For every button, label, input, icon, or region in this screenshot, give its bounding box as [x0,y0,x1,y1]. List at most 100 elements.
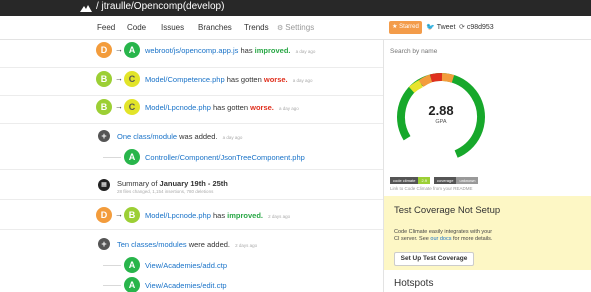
status-improved: improved. [254,46,291,55]
badge-key: coverage [434,177,457,184]
gauge-arc-orange-2 [441,73,455,83]
badge-note: Link to Code Climate from your README [390,186,473,191]
status-worse: worse. [263,75,288,84]
tweet-label: Tweet [436,24,456,31]
tweet-button[interactable]: 🐦 Tweet [426,23,455,31]
commit-link[interactable]: ⟳ c98d953 [459,23,494,31]
gauge-arc-orange [418,74,433,87]
gauge-arc-red [429,73,443,83]
tree-connector [103,265,121,266]
docs-link[interactable]: our docs [430,236,451,242]
added-text: was added. [179,132,218,141]
tab-settings[interactable]: ⚙ Settings [277,23,314,32]
summary-prefix: Summary of [117,179,158,188]
summary-heading: Summary of January 19th - 25th [117,179,228,188]
grade-badge-from: B [96,71,112,87]
tree-connector [103,157,121,158]
file-link[interactable]: Model/Lpcnode.php [145,103,211,112]
feed-item: B → C Model/Competence.php has gotten wo… [0,68,383,96]
gear-icon: ⚙ [277,25,284,32]
tc-text-part: for more details. [453,235,493,242]
file-link[interactable]: View/Academies/edit.ctp [145,281,227,290]
feed-item-verb: has [212,211,226,220]
feed-item-text: Ten classes/modules were added. 2 days a… [117,240,257,249]
feed-item-verb: has gotten [226,75,262,84]
added-classes-link[interactable]: One class/module [117,132,177,141]
arrow-icon: → [115,74,123,83]
timestamp: a day ago [222,135,243,140]
tree-connector [103,285,121,286]
tab-feed[interactable]: Feed [97,23,115,32]
gauge-arc-yellow [408,79,423,93]
grade-badge: A [124,277,140,292]
grade-badge-to: B [124,207,140,223]
calendar-icon: ▦ [98,179,110,191]
feed-item-added: + Ten classes/modules were added. 2 days… [0,230,383,292]
feed-item-text: webroot/js/opencomp.app.js has improved.… [145,46,315,55]
timestamp: a day ago [278,106,299,111]
gpa-value: 2.88 [428,103,454,118]
tab-code[interactable]: Code [127,23,146,32]
feed-item-text: Model/Lpcnode.php has improved. 2 days a… [145,211,290,220]
plus-icon: + [98,238,110,250]
added-text: were added. [188,240,230,249]
grade-badge-from: B [96,99,112,115]
search-input[interactable] [390,46,484,57]
file-link[interactable]: View/Academies/add.ctp [145,261,227,270]
gpa-label: GPA [435,119,447,125]
starred-button[interactable]: ★ Starred [389,21,422,34]
repo-title[interactable]: / jtraulle/Opencomp(develop) [96,1,224,12]
feed-item: D → B Model/Lpcnode.php has improved. 2 … [0,200,383,230]
code-climate-logo-icon[interactable] [80,3,92,13]
status-improved: improved. [227,211,264,220]
badge-value: unknown [456,177,479,184]
timestamp: a day ago [292,78,313,83]
test-coverage-text: Code Climate easily integrates with your… [394,229,494,242]
feed-item-verb: has gotten [212,103,249,112]
grade-badge-to: C [124,71,140,87]
file-link[interactable]: Model/Lpcnode.php [145,211,211,220]
file-link[interactable]: Controller/Component/JsonTreeComponent.p… [145,153,305,162]
refresh-icon: ⟳ [459,24,465,31]
grade-badge: A [124,257,140,273]
tab-issues[interactable]: Issues [161,23,184,32]
sidebar: 2.88 GPA code climate2.9 coverageunknown… [383,40,591,292]
test-coverage-panel: Test Coverage Not Setup Code Climate eas… [384,196,591,270]
file-link[interactable]: webroot/js/opencomp.app.js [145,46,238,55]
feed-item: B → C Model/Lpcnode.php has gotten worse… [0,96,383,124]
added-classes-link[interactable]: Ten classes/modules [117,240,187,249]
grade-badge-to: A [124,42,140,58]
tab-branches[interactable]: Branches [198,23,232,32]
feed-item-added: + One class/module was added. a day ago … [0,124,383,170]
feed-item: D → A webroot/js/opencomp.app.js has imp… [0,40,383,68]
arrow-icon: → [115,102,123,111]
twitter-bird-icon: 🐦 [426,24,435,31]
feed-item-text: Model/Lpcnode.php has gotten worse. a da… [145,103,299,112]
timestamp: 2 days ago [235,243,258,248]
summary-item: ▦ Summary of January 19th - 25th 28 file… [0,170,383,200]
hotspots-heading: Hotspots [394,278,434,289]
timestamp: a day ago [295,49,316,54]
file-link[interactable]: Model/Competence.php [145,75,225,84]
activity-feed: D → A webroot/js/opencomp.app.js has imp… [0,40,383,292]
arrow-icon: → [115,210,123,219]
setup-test-coverage-button[interactable]: Set Up Test Coverage [394,252,474,266]
plus-icon: + [98,130,110,142]
tab-settings-label: Settings [285,23,315,32]
commit-sha: c98d953 [466,24,494,31]
repo-nav: Feed Code Issues Branches Trends ⚙ Settin… [0,16,591,40]
grade-badge-from: D [96,207,112,223]
feed-item-text: Model/Competence.php has gotten worse. a… [145,75,313,84]
tab-trends[interactable]: Trends [244,23,269,32]
code-climate-badge[interactable]: code climate 2.9 [390,177,431,184]
coverage-badge[interactable]: coverage unknown [434,177,479,184]
summary-detail: 28 files changed, 1,154 insertions, 780 … [117,189,214,194]
status-worse: worse. [250,103,274,112]
grade-badge-to: C [124,99,140,115]
top-bar: / jtraulle/Opencomp(develop) [0,0,591,16]
arrow-icon: → [115,45,123,54]
grade-badge-from: D [96,42,112,58]
feed-item-verb: has [240,46,253,55]
badge-value: 2.9 [418,177,431,184]
badge-key: code climate [390,177,419,184]
